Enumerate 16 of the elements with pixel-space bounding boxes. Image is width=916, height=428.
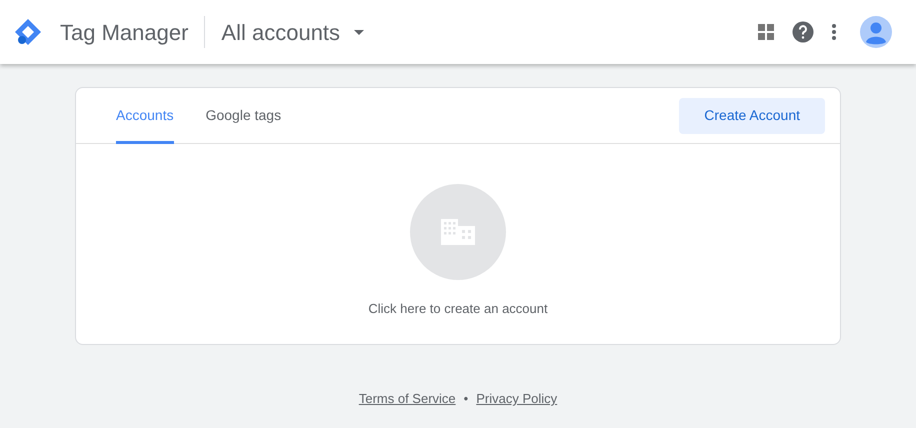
tab[interactable]: Accounts	[116, 88, 174, 144]
caret-icon	[354, 30, 364, 34]
avatar-icon[interactable]	[860, 16, 892, 48]
product-name: Tag Manager	[60, 18, 188, 47]
empty-state-text: Click here to create an account	[368, 300, 548, 318]
more-vertical-icon[interactable]	[832, 24, 836, 40]
logo-icon	[13, 17, 43, 47]
help-icon[interactable]	[792, 21, 814, 43]
footer-link[interactable]: Privacy Policy	[476, 389, 558, 408]
footer-link[interactable]: Terms of Service	[358, 389, 456, 408]
tab[interactable]: Google tags	[206, 88, 282, 144]
building-icon	[441, 219, 475, 245]
footer-separator: •	[464, 390, 468, 408]
account-picker[interactable]: All accounts	[221, 16, 364, 48]
apps-grid-icon[interactable]	[758, 24, 774, 40]
create-account-button[interactable]: Create Account	[679, 98, 825, 134]
